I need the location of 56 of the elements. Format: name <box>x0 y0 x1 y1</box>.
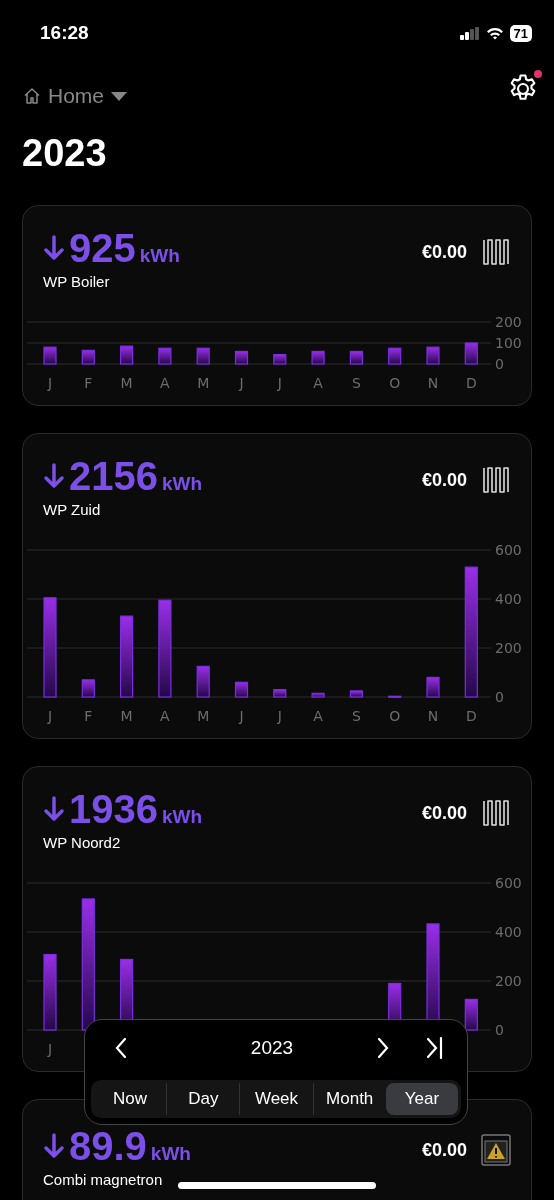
month-label: D <box>465 375 477 391</box>
axis-tick-label: 0 <box>495 1022 504 1038</box>
axis-tick-label: 100 <box>495 335 522 351</box>
energy-value: 89.9 <box>69 1124 147 1169</box>
month-label: A <box>313 708 323 724</box>
month-label: M <box>120 375 133 391</box>
battery-indicator: 71 <box>509 24 532 42</box>
axis-tick-label: 400 <box>495 924 522 940</box>
month-label: J <box>239 708 244 724</box>
axis-tick-label: 0 <box>495 356 504 372</box>
device-name: WP Zuid <box>43 501 102 518</box>
status-time: 16:28 <box>40 22 89 44</box>
month-label: O <box>389 375 401 391</box>
month-label: J <box>47 708 53 724</box>
month-label: A <box>313 375 323 391</box>
energy-value: 925 <box>69 226 136 271</box>
cost-value: €0.00 <box>421 241 467 263</box>
month-label: F <box>84 708 93 724</box>
month-label: J <box>277 375 282 391</box>
axis-tick-label: 200 <box>495 314 522 330</box>
month-label: F <box>84 375 93 391</box>
axis-tick-label: 600 <box>495 875 522 891</box>
month-label: O <box>389 708 401 724</box>
energy-unit: kWh <box>162 806 203 828</box>
month-label: S <box>351 375 361 391</box>
month-label: M <box>197 375 210 391</box>
month-label: S <box>351 708 361 724</box>
energy-value: 1936 <box>69 787 158 832</box>
device-name: WP Noord2 <box>43 834 122 851</box>
month-label: J <box>277 708 282 724</box>
device-name: Combi magnetron <box>43 1171 164 1188</box>
axis-tick-label: 0 <box>495 689 504 705</box>
month-label: A <box>160 708 170 724</box>
month-label: J <box>47 1041 53 1057</box>
energy-unit: kWh <box>150 1143 191 1165</box>
month-label: N <box>427 375 439 391</box>
cost-value: €0.00 <box>421 802 467 824</box>
month-label: M <box>197 708 210 724</box>
month-label: J <box>47 375 53 391</box>
axis-tick-label: 600 <box>495 542 522 558</box>
month-label: N <box>427 708 439 724</box>
cost-value: €0.00 <box>421 1139 467 1161</box>
energy-unit: kWh <box>162 473 203 495</box>
axis-tick-label: 200 <box>495 640 522 656</box>
month-label: D <box>465 708 477 724</box>
axis-tick-label: 400 <box>495 591 522 607</box>
energy-unit: kWh <box>139 245 180 267</box>
month-label: J <box>239 375 244 391</box>
page-title: 2023 <box>22 131 108 176</box>
period-label: 2023 <box>249 1037 295 1059</box>
device-name: WP Boiler <box>43 273 111 290</box>
energy-value: 2156 <box>69 454 158 499</box>
month-label: M <box>120 708 133 724</box>
month-label: A <box>160 375 170 391</box>
axis-tick-label: 200 <box>495 973 522 989</box>
cost-value: €0.00 <box>421 469 467 491</box>
